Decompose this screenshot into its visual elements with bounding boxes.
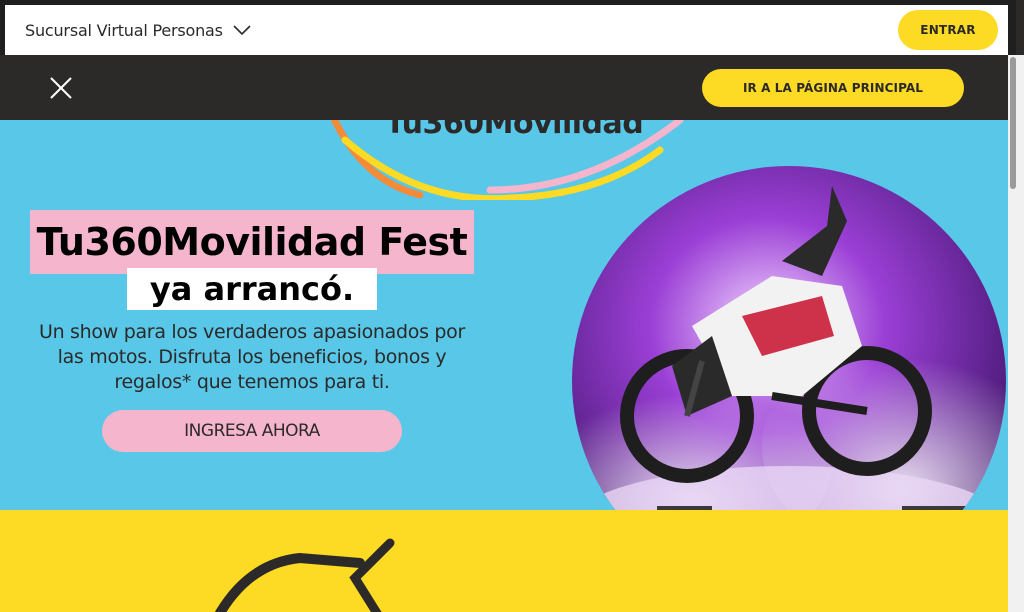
- logo-text: Tu360Movilidad: [385, 120, 644, 141]
- announcement-bar: IR A LA PÁGINA PRINCIPAL: [0, 55, 1008, 120]
- branch-selector[interactable]: Sucursal Virtual Personas: [25, 21, 251, 40]
- scrollbar-thumb[interactable]: [1010, 57, 1016, 189]
- next-section: [0, 510, 1008, 612]
- hero-banner: Tu360Movilidad Tu360Movilidad Fest ya ar…: [0, 120, 1008, 510]
- hero-title: Tu360Movilidad Fest: [36, 220, 468, 264]
- title-highlight: Tu360Movilidad Fest: [30, 210, 474, 274]
- top-bar: Sucursal Virtual Personas ENTRAR: [5, 5, 1008, 55]
- go-home-button[interactable]: IR A LA PÁGINA PRINCIPAL: [702, 68, 964, 107]
- scrollbar[interactable]: [1008, 55, 1024, 612]
- hero-description: Un show para los verdaderos apasionados …: [38, 321, 466, 393]
- enter-button[interactable]: ENTRAR: [898, 10, 998, 50]
- motorcycle-image: [572, 166, 1006, 510]
- subtitle-highlight: ya arrancó.: [127, 268, 377, 310]
- scrollbar-cap: [1016, 0, 1024, 55]
- chevron-down-icon: [233, 25, 251, 36]
- enter-now-button[interactable]: INGRESA AHORA: [102, 410, 402, 452]
- page: Sucursal Virtual Personas ENTRAR IR A LA…: [0, 0, 1008, 612]
- hero-title-line2: ya arrancó.: [149, 270, 355, 308]
- motorcycle-outline-icon: [215, 538, 395, 612]
- branch-label: Sucursal Virtual Personas: [25, 20, 223, 40]
- close-icon[interactable]: [48, 75, 74, 101]
